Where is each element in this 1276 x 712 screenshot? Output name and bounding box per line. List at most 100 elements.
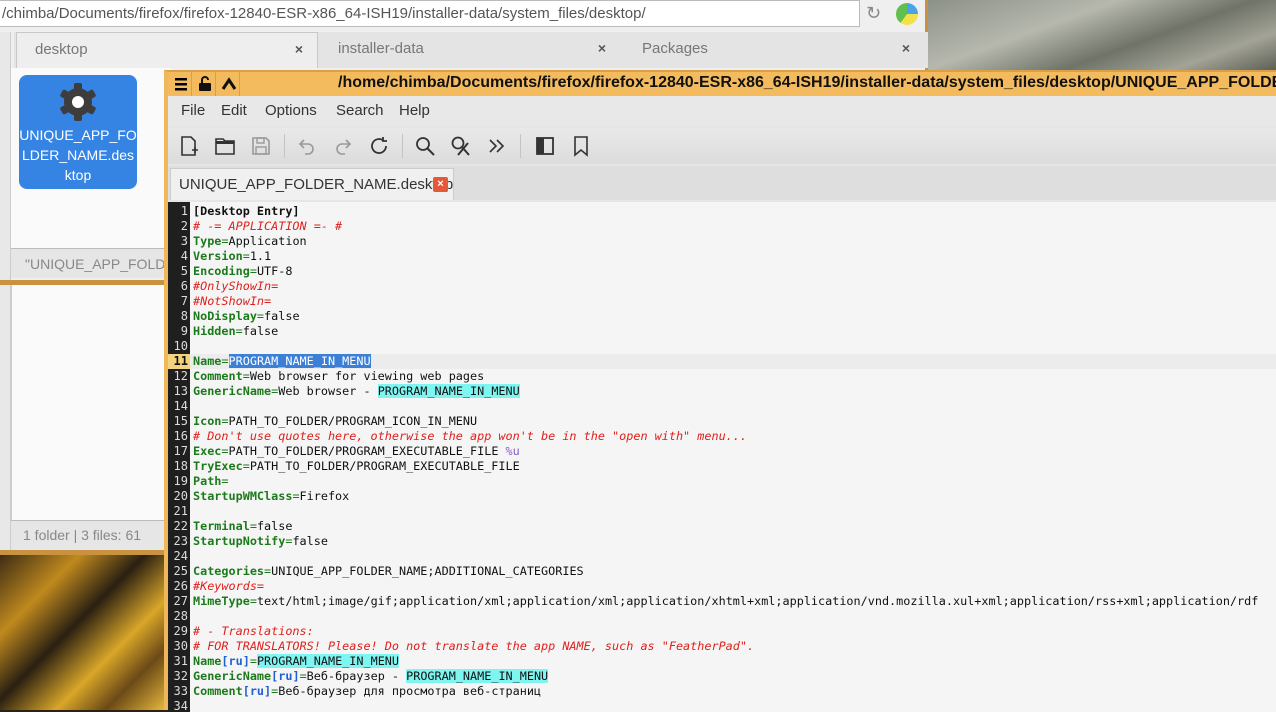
code-token: Application — [228, 234, 307, 248]
menu-icon[interactable] — [170, 72, 192, 96]
side-pane-icon[interactable] — [534, 135, 556, 157]
title-bar[interactable]: /home/chimba/Documents/firefox/firefox-1… — [168, 72, 1276, 96]
tab-desktop[interactable]: desktop × — [16, 32, 318, 68]
menu-search[interactable]: Search — [336, 102, 384, 119]
undo-icon[interactable] — [296, 135, 318, 157]
code-line[interactable]: 7 #NotShowIn= — [168, 294, 1276, 309]
code-line[interactable]: 24 — [168, 549, 1276, 564]
chevron-up-icon[interactable] — [218, 72, 240, 96]
code-line[interactable]: 8 NoDisplay=false — [168, 309, 1276, 324]
reload-icon[interactable] — [368, 135, 390, 157]
code-line[interactable]: 10 — [168, 339, 1276, 354]
code-line[interactable]: 13 GenericName=Web browser - PROGRAM_NAME… — [168, 384, 1276, 399]
code-line[interactable]: 14 — [168, 399, 1276, 414]
code-line[interactable]: 19 Path= — [168, 474, 1276, 489]
close-icon[interactable]: × — [598, 40, 606, 56]
menu-edit[interactable]: Edit — [221, 102, 247, 119]
code-line[interactable]: 5 Encoding=UTF-8 — [168, 264, 1276, 279]
code-line[interactable]: 9 Hidden=false — [168, 324, 1276, 339]
code-line[interactable]: 20 StartupWMClass=Firefox — [168, 489, 1276, 504]
line-number: 19 — [173, 474, 188, 488]
code-line[interactable]: 17 Exec=PATH_TO_FOLDER/PROGRAM_EXECUTABLE… — [168, 444, 1276, 459]
bookmark-icon[interactable] — [570, 135, 592, 157]
code-line[interactable]: 6 #OnlyShowIn= — [168, 279, 1276, 294]
unlock-icon[interactable] — [194, 72, 216, 96]
code-line[interactable]: 4 Version=1.1 — [168, 249, 1276, 264]
close-icon[interactable]: × — [902, 40, 910, 56]
line-text: [Desktop Entry] — [193, 204, 300, 219]
line-number: 13 — [173, 384, 188, 398]
line-number: 4 — [180, 249, 188, 263]
code-line[interactable]: 15 Icon=PATH_TO_FOLDER/PROGRAM_ICON_IN_ME… — [168, 414, 1276, 429]
code-token: StartupNotify — [193, 534, 286, 548]
code-token: PATH_TO_FOLDER/PROGRAM_EXECUTABLE_FILE — [249, 459, 520, 473]
code-line[interactable]: 31 Name[ru]=PROGRAM_NAME_IN_MENU — [168, 654, 1276, 669]
save-icon[interactable] — [250, 135, 272, 157]
line-text: Icon=PATH_TO_FOLDER/PROGRAM_ICON_IN_MENU — [193, 414, 477, 429]
code-line[interactable]: 2 # -= APPLICATION =- # — [168, 219, 1276, 234]
code-line[interactable]: 30 # FOR TRANSLATORS! Please! Do not tran… — [168, 639, 1276, 654]
toolbar-separator — [402, 134, 403, 158]
tab-packages[interactable]: Packages × — [624, 32, 924, 68]
code-line[interactable]: 22 Terminal=false — [168, 519, 1276, 534]
text-editor[interactable]: 1 [Desktop Entry] 2 # -= APPLICATION =- #3 T… — [168, 202, 1276, 712]
file-label: UNIQUE_APP_FO LDER_NAME.des ktop — [19, 127, 137, 183]
code-token: UNIQUE_APP_FOLDER_NAME;ADDITIONAL_CATEGO… — [271, 564, 584, 578]
code-line[interactable]: 25 Categories=UNIQUE_APP_FOLDER_NAME;ADDI… — [168, 564, 1276, 579]
line-number: 7 — [180, 294, 188, 308]
code-line[interactable]: 29 # - Translations: — [168, 624, 1276, 639]
menu-options[interactable]: Options — [265, 102, 317, 119]
tab-label: desktop — [35, 41, 88, 58]
code-line[interactable]: 16 # Don't use quotes here, otherwise the… — [168, 429, 1276, 444]
code-line[interactable]: 32 GenericName[ru]=Веб-браузер - PROGRAM_… — [168, 669, 1276, 684]
open-folder-icon[interactable] — [214, 135, 236, 157]
code-line[interactable]: 1 [Desktop Entry] — [168, 204, 1276, 219]
file-view — [11, 285, 171, 520]
code-token: Name — [193, 654, 222, 668]
code-token: Encoding — [193, 264, 250, 278]
menu-help[interactable]: Help — [399, 102, 430, 119]
file-item[interactable]: UNIQUE_APP_FO LDER_NAME.des ktop — [19, 75, 137, 189]
code-line[interactable]: 26 #Keywords= — [168, 579, 1276, 594]
code-line[interactable]: 27 MimeType=text/html;image/gif;applicati… — [168, 594, 1276, 609]
code-line[interactable]: 33 Comment[ru]=Веб-браузер для просмотра … — [168, 684, 1276, 699]
line-number: 12 — [173, 369, 188, 383]
close-icon[interactable]: × — [433, 177, 448, 192]
code-token: StartupWMClass — [193, 489, 293, 503]
line-text: Hidden=false — [193, 324, 278, 339]
code-line[interactable]: 3 Type=Application — [168, 234, 1276, 249]
code-token: NoDisplay — [193, 309, 257, 323]
disk-usage-icon[interactable] — [896, 3, 918, 25]
line-text: #Keywords= — [193, 579, 264, 594]
code-line[interactable]: 23 StartupNotify=false — [168, 534, 1276, 549]
code-line[interactable]: 11 Name=PROGRAM_NAME_IN_MENU — [168, 354, 1276, 369]
find-icon[interactable] — [414, 135, 436, 157]
code-line[interactable]: 12 Comment=Web browser for viewing web pa… — [168, 369, 1276, 384]
redo-icon[interactable] — [332, 135, 354, 157]
reload-icon[interactable]: ↻ — [866, 3, 881, 24]
code-line[interactable]: 34 — [168, 699, 1276, 712]
tab-desktop-file[interactable]: UNIQUE_APP_FOLDER_NAME.desktop × — [170, 168, 454, 200]
code-token: Path — [193, 474, 222, 488]
code-token: = — [221, 444, 229, 458]
code-token: = — [256, 309, 265, 323]
code-token: # -= APPLICATION =- # — [193, 219, 343, 233]
code-line[interactable]: 18 TryExec=PATH_TO_FOLDER/PROGRAM_EXECUTA… — [168, 459, 1276, 474]
tab-installer-data[interactable]: installer-data × — [320, 32, 620, 68]
new-file-icon[interactable] — [178, 135, 200, 157]
close-icon[interactable]: × — [295, 41, 303, 57]
replace-icon[interactable] — [450, 135, 472, 157]
line-text: MimeType=text/html;image/gif;application… — [193, 594, 1258, 609]
status-bar: 1 folder | 3 files: 61 — [11, 520, 171, 550]
code-line[interactable]: 28 — [168, 609, 1276, 624]
line-number: 11 — [168, 354, 190, 369]
code-token: = — [299, 669, 307, 683]
code-line[interactable]: 21 — [168, 504, 1276, 519]
more-icon[interactable] — [486, 135, 508, 157]
line-text: Type=Application — [193, 234, 307, 249]
code-token: 1.1 — [249, 249, 272, 263]
code-token: [ru] — [221, 654, 250, 668]
line-number: 3 — [180, 234, 188, 248]
menu-file[interactable]: File — [181, 102, 205, 119]
address-bar[interactable]: /chimba/Documents/firefox/firefox-12840-… — [0, 0, 860, 27]
